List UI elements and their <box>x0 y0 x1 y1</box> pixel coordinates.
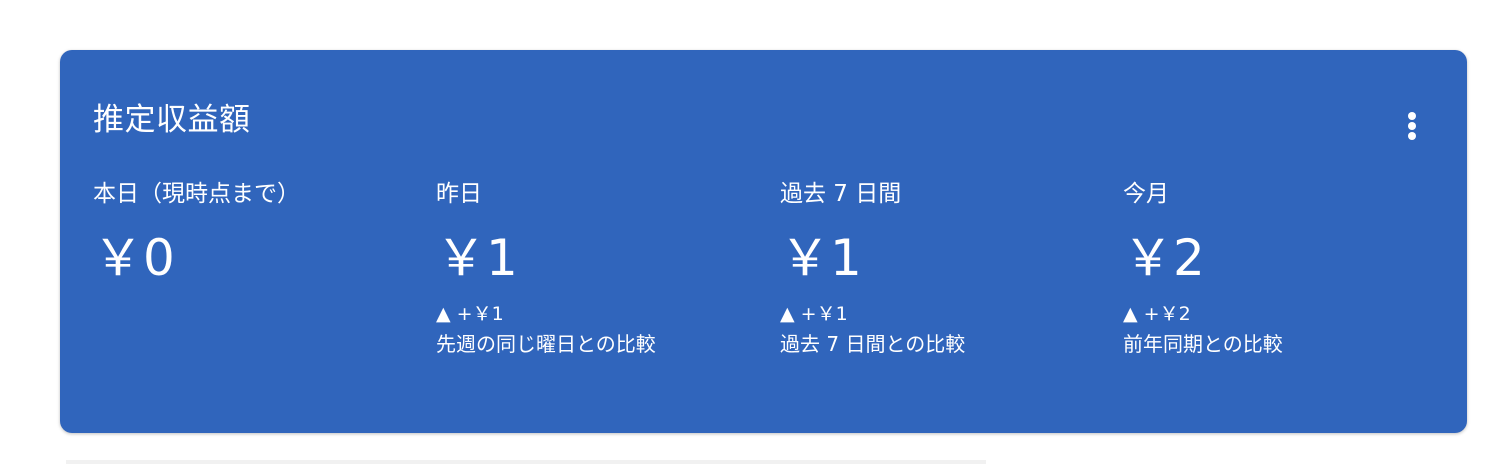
metric-this-month[interactable]: 今月 ￥2 ▲ +￥2 前年同期との比較 <box>1123 178 1443 360</box>
metric-value: ￥1 <box>780 229 862 287</box>
estimated-earnings-card: 推定収益額 本日（現時点まで） ￥0 昨日 ￥1 ▲ +￥1 先週の同じ曜日との… <box>60 50 1467 433</box>
metric-label: 過去 7 日間 <box>780 181 902 207</box>
metric-change: ▲ +￥1 <box>780 303 848 325</box>
metric-label: 昨日 <box>436 181 482 207</box>
more-options-button[interactable] <box>1396 102 1428 142</box>
metric-change: ▲ +￥1 <box>436 303 504 325</box>
metric-yesterday[interactable]: 昨日 ￥1 ▲ +￥1 先週の同じ曜日との比較 <box>436 178 756 360</box>
metric-change: ▲ +￥2 <box>1123 303 1191 325</box>
metric-label: 本日（現時点まで） <box>93 181 300 207</box>
metric-last-7-days[interactable]: 過去 7 日間 ￥1 ▲ +￥1 過去 7 日間との比較 <box>780 178 1100 360</box>
metric-compare-text: 先週の同じ曜日との比較 <box>436 332 656 356</box>
metric-label: 今月 <box>1123 181 1169 207</box>
metric-compare-text: 前年同期との比較 <box>1123 332 1283 356</box>
metric-today[interactable]: 本日（現時点まで） ￥0 <box>93 178 413 300</box>
metric-value: ￥1 <box>436 229 518 287</box>
metric-value: ￥0 <box>93 229 175 287</box>
metric-value: ￥2 <box>1123 229 1205 287</box>
card-title: 推定収益額 <box>93 102 251 138</box>
metric-compare-text: 過去 7 日間との比較 <box>780 332 966 356</box>
next-card-edge <box>66 460 986 464</box>
